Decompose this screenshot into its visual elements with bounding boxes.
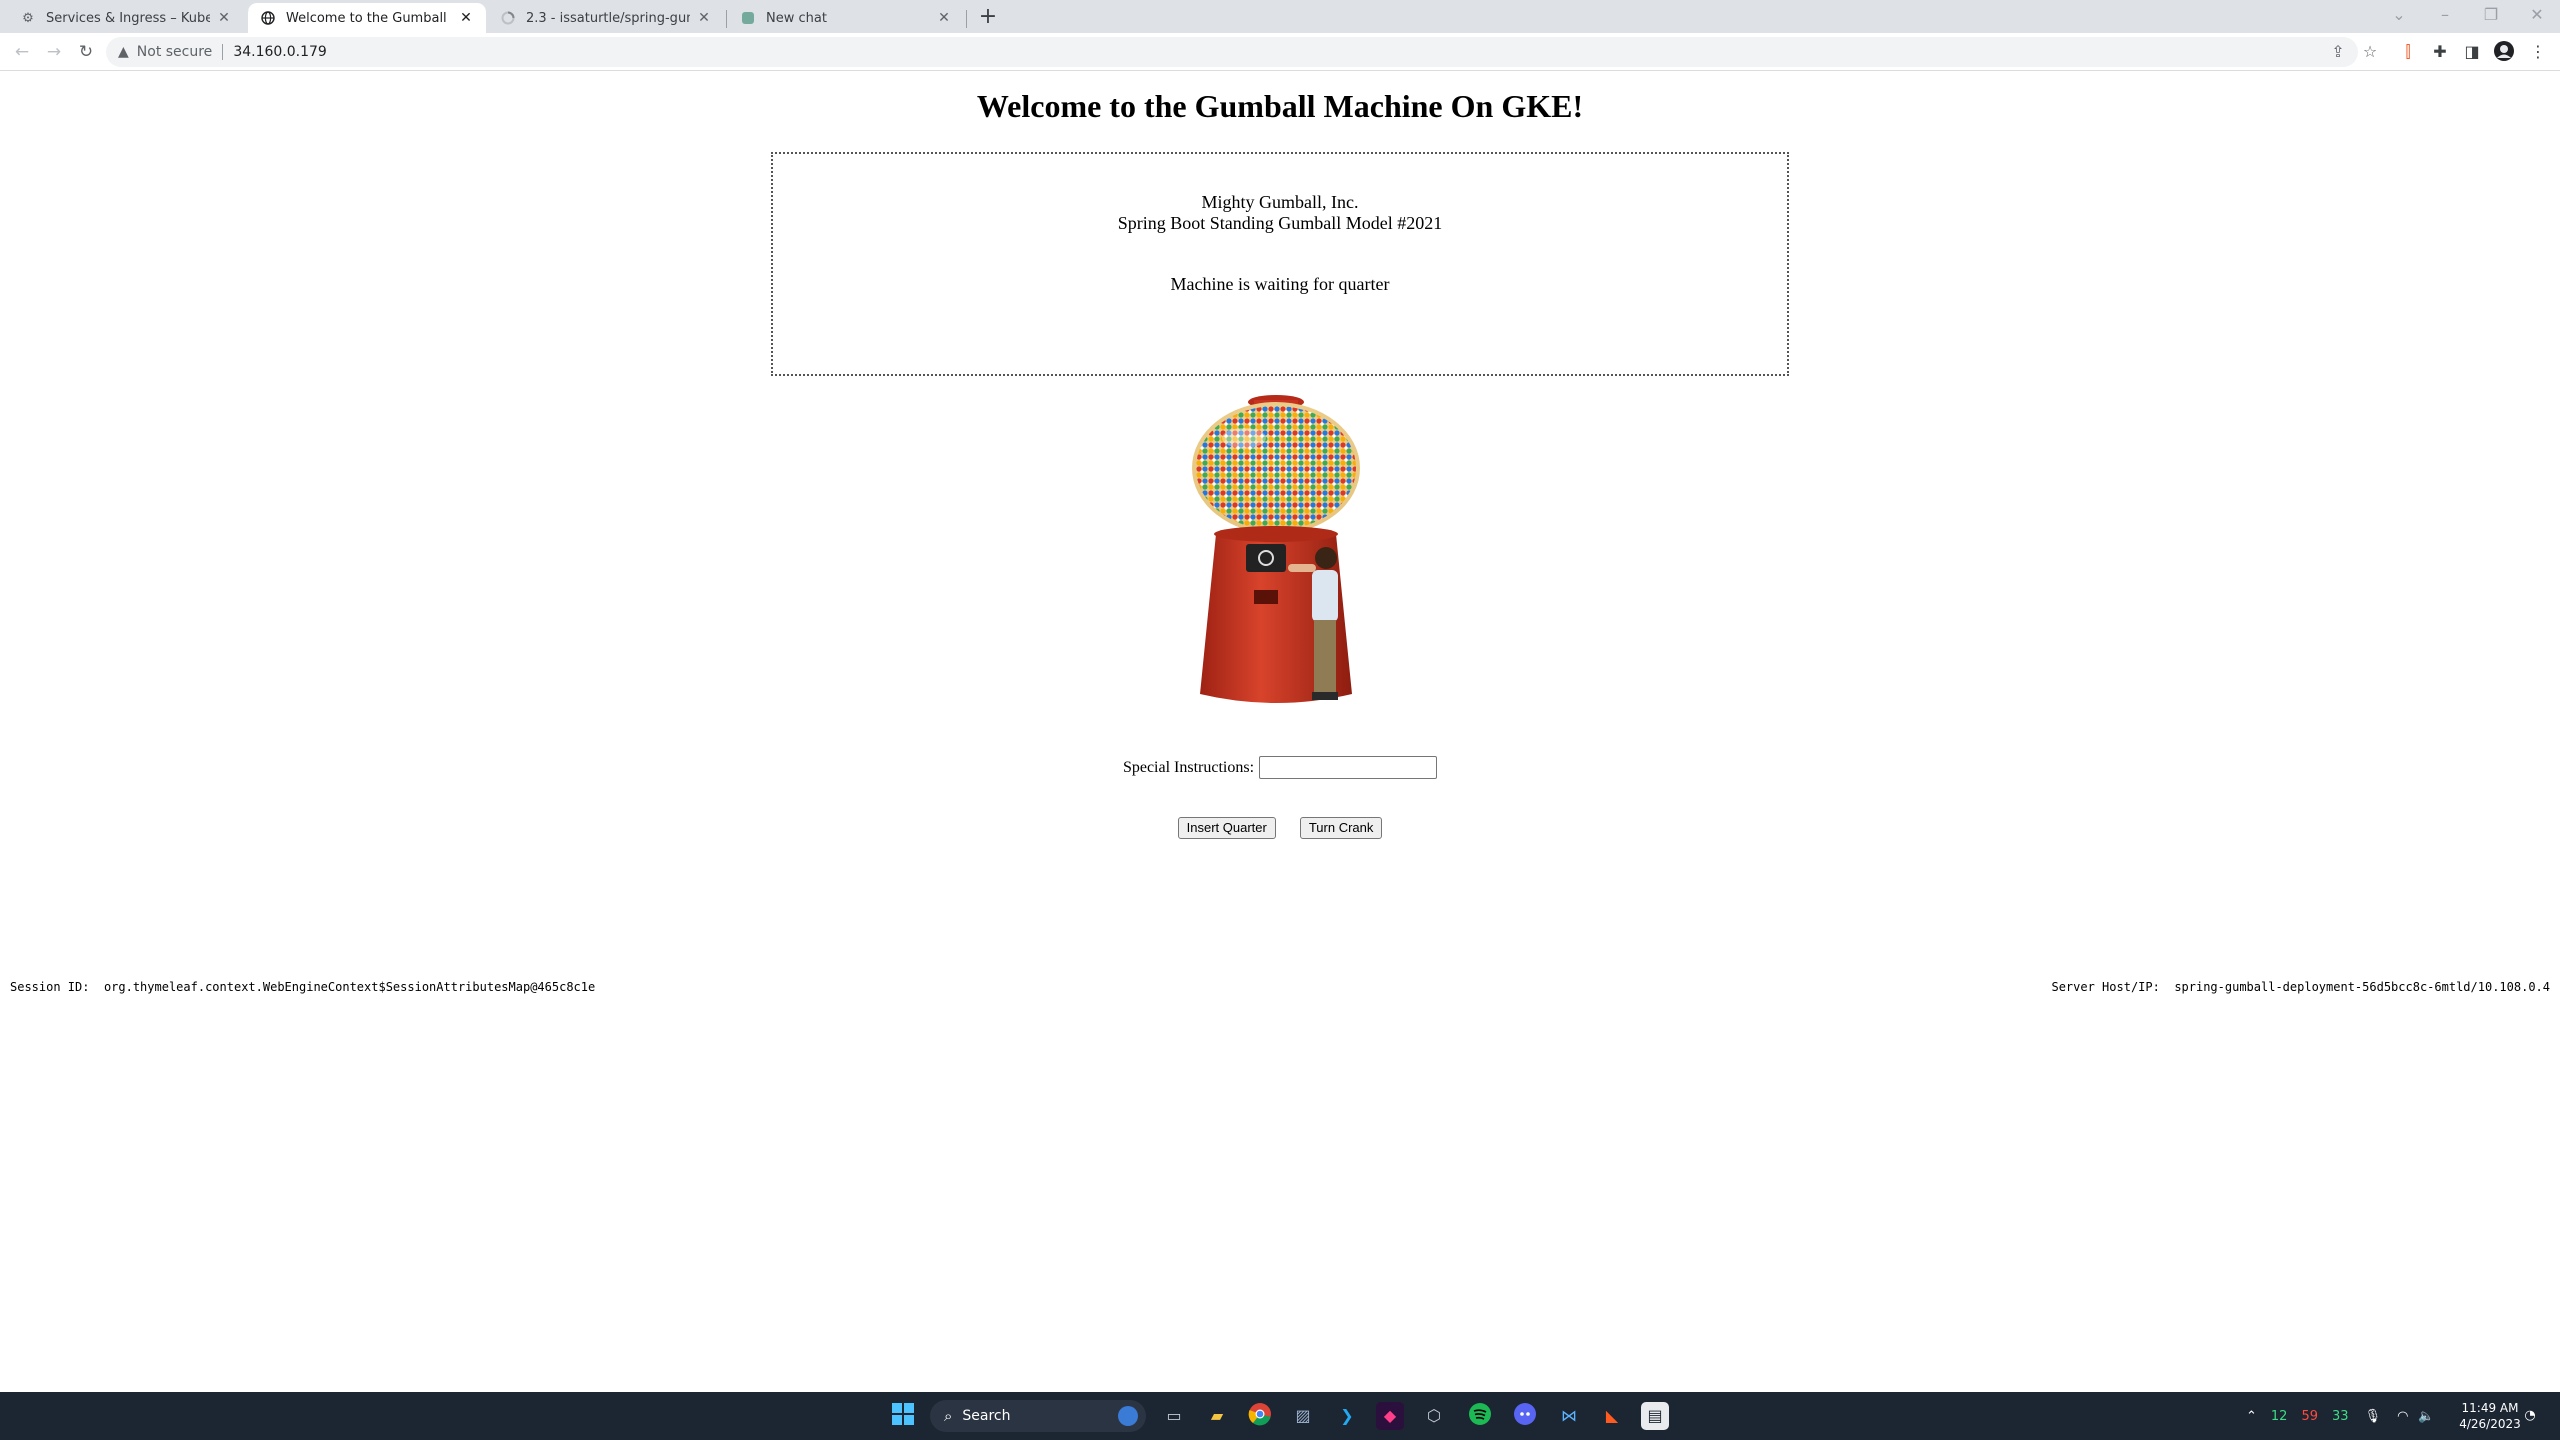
session-info: Session ID: org.thymeleaf.context.WebEng…: [10, 980, 595, 994]
loading-icon: [500, 10, 516, 26]
tab-kubernetes[interactable]: ⚙ Services & Ingress – Kubernetes ✕: [8, 3, 244, 33]
system-tray: ⌃ 12 59 33 🎙 ◠ 🔈: [2246, 1392, 2445, 1440]
close-icon[interactable]: ✕: [216, 10, 232, 26]
restore-icon[interactable]: ❐: [2468, 0, 2514, 30]
avatar[interactable]: [2492, 40, 2516, 64]
tray-number: 33: [2332, 1408, 2349, 1424]
file-explorer-icon[interactable]: ▰: [1203, 1402, 1231, 1430]
microphone-icon[interactable]: 🎙: [2365, 1409, 2382, 1424]
taskbar: ⌕ Search ▭ ▰ ▨ ❯ ◆ ⬡ ⋈ ◣ ▤ ⌃ 12 59 33 🎙 …: [0, 1392, 2560, 1440]
tab-new-chat[interactable]: New chat ✕: [728, 3, 964, 33]
task-view-icon[interactable]: ▭: [1160, 1402, 1188, 1430]
close-icon[interactable]: ✕: [458, 10, 474, 26]
menu-icon[interactable]: ⋮: [2526, 40, 2550, 64]
special-instructions-row: Special Instructions:: [0, 756, 2560, 779]
photos-icon[interactable]: ▨: [1289, 1402, 1317, 1430]
turn-crank-button[interactable]: Turn Crank: [1299, 817, 1383, 839]
close-icon[interactable]: ✕: [696, 10, 712, 26]
session-value: org.thymeleaf.context.WebEngineContext$S…: [103, 980, 596, 994]
windows-start-icon[interactable]: [889, 1402, 917, 1430]
bing-icon: [1118, 1406, 1138, 1426]
close-window-icon[interactable]: ✕: [2514, 0, 2560, 30]
taskbar-search[interactable]: ⌕ Search: [930, 1400, 1146, 1432]
back-arrow-icon[interactable]: ←: [8, 38, 36, 66]
close-icon[interactable]: ✕: [936, 10, 952, 26]
machine-state: Machine is waiting for quarter: [1170, 274, 1390, 294]
url-text[interactable]: 34.160.0.179: [233, 44, 327, 60]
tab-title: New chat: [766, 10, 827, 26]
side-panel-icon[interactable]: ◨: [2460, 40, 2484, 64]
page-title: Welcome to the Gumball Machine On GKE!: [976, 88, 1584, 124]
extension-icon[interactable]: ⫿: [2396, 40, 2420, 64]
gumball-machine-image: [1192, 395, 1360, 703]
server-label: Server Host/IP:: [2051, 980, 2160, 994]
share-icon[interactable]: ⇪: [2326, 40, 2350, 64]
discord-icon[interactable]: [1511, 1402, 1539, 1430]
kubernetes-tool-icon[interactable]: ⋈: [1555, 1402, 1583, 1430]
bookmark-star-icon[interactable]: ☆: [2358, 40, 2382, 64]
new-tab-button[interactable]: +: [976, 5, 1000, 29]
tab-strip: ⚙ Services & Ingress – Kubernetes ✕ Welc…: [0, 0, 2560, 33]
session-label: Session ID:: [10, 980, 90, 994]
model-name: Spring Boot Standing Gumball Model #2021: [1117, 213, 1443, 233]
chat-icon: [740, 10, 756, 26]
tab-spring-gumball[interactable]: 2.3 - issaturtle/spring-gumball ✕: [488, 3, 724, 33]
divider: [222, 44, 224, 60]
action-buttons: Insert Quarter Turn Crank: [0, 817, 2560, 839]
insert-quarter-button[interactable]: Insert Quarter: [1177, 817, 1276, 839]
tab-title: Services & Ingress – Kubernetes: [46, 10, 210, 26]
machine-status-box: Mighty Gumball, Inc. Spring Boot Standin…: [771, 152, 1789, 376]
vscode-icon[interactable]: ❯: [1333, 1402, 1361, 1430]
minimize-icon[interactable]: –: [2422, 0, 2468, 30]
tab-search-icon[interactable]: ⌄: [2376, 0, 2422, 30]
app-icon[interactable]: ◣: [1598, 1402, 1626, 1430]
puzzle-icon[interactable]: ✚: [2428, 40, 2452, 64]
tab-title: Welcome to the Gumball Machine: [286, 10, 452, 26]
company-name: Mighty Gumball, Inc.: [1201, 192, 1359, 212]
search-icon: ⌕: [944, 1407, 953, 1425]
search-label: Search: [962, 1408, 1011, 1424]
tray-number: 59: [2301, 1408, 2318, 1424]
forward-arrow-icon[interactable]: →: [40, 38, 68, 66]
chrome-icon[interactable]: [1246, 1402, 1274, 1430]
warning-icon[interactable]: ▲: [118, 44, 129, 60]
page-content: Welcome to the Gumball Machine On GKE! M…: [0, 72, 2560, 1392]
special-instructions-input[interactable]: [1259, 756, 1438, 779]
wifi-icon[interactable]: ◠: [2397, 1409, 2408, 1424]
intellij-icon[interactable]: ◆: [1376, 1402, 1404, 1430]
browser-toolbar: ← → ↻ ▲ Not secure 34.160.0.179 ⇪ ☆ ⫿ ✚ …: [0, 33, 2560, 71]
server-info: Server Host/IP: spring-gumball-deploymen…: [2051, 980, 2550, 994]
globe-icon: [260, 10, 276, 26]
tab-separator: [726, 10, 727, 28]
special-instructions-label: Special Instructions:: [1122, 758, 1255, 776]
virtualbox-icon[interactable]: ⬡: [1420, 1402, 1448, 1430]
tray-number: 12: [2270, 1408, 2288, 1424]
address-bar[interactable]: ▲ Not secure 34.160.0.179: [106, 37, 2358, 67]
tab-gumball[interactable]: Welcome to the Gumball Machine ✕: [248, 3, 486, 33]
tab-title: 2.3 - issaturtle/spring-gumball: [526, 10, 690, 26]
notification-icon[interactable]: ◔: [2516, 1402, 2544, 1430]
spotify-icon[interactable]: [1466, 1402, 1494, 1430]
snipping-tool-icon[interactable]: ▤: [1641, 1402, 1669, 1430]
tab-separator: [966, 10, 967, 28]
server-value: spring-gumball-deployment-56d5bcc8c-6mtl…: [2174, 980, 2550, 994]
reload-icon[interactable]: ↻: [72, 38, 100, 66]
security-label[interactable]: Not secure: [137, 44, 213, 60]
gear-icon: ⚙: [22, 10, 34, 26]
volume-icon[interactable]: 🔈: [2418, 1409, 2434, 1424]
chevron-up-icon[interactable]: ⌃: [2246, 1409, 2257, 1424]
